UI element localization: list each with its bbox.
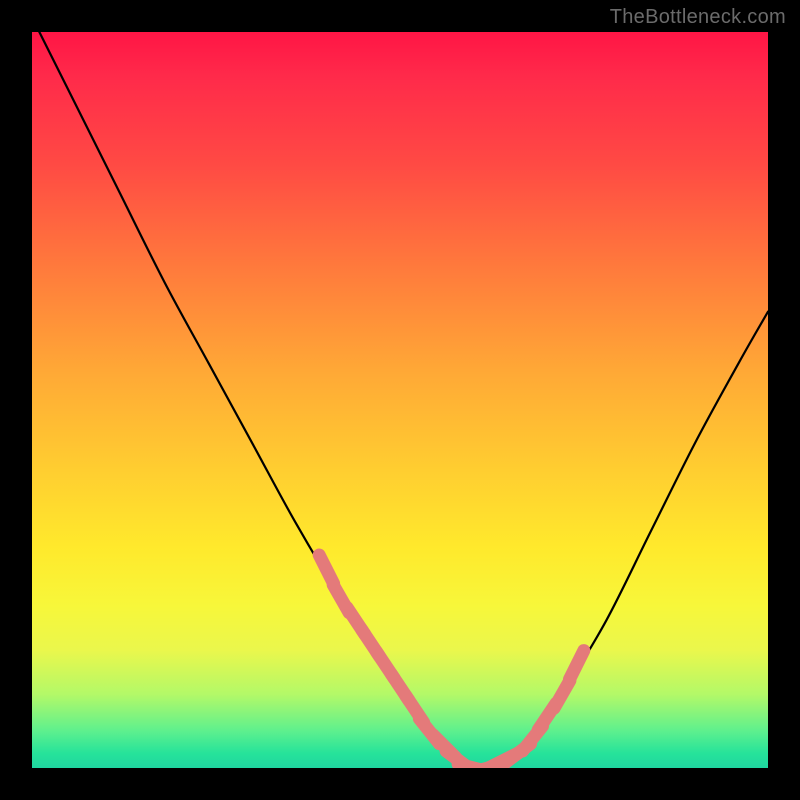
- bottleneck-curve-line: [32, 32, 768, 768]
- chart-svg: [32, 32, 768, 768]
- highlighted-point: [570, 651, 584, 680]
- chart-frame: TheBottleneck.com: [0, 0, 800, 800]
- watermark-text: TheBottleneck.com: [610, 6, 786, 29]
- highlighted-points-group: [319, 555, 584, 768]
- plot-area: [32, 32, 768, 768]
